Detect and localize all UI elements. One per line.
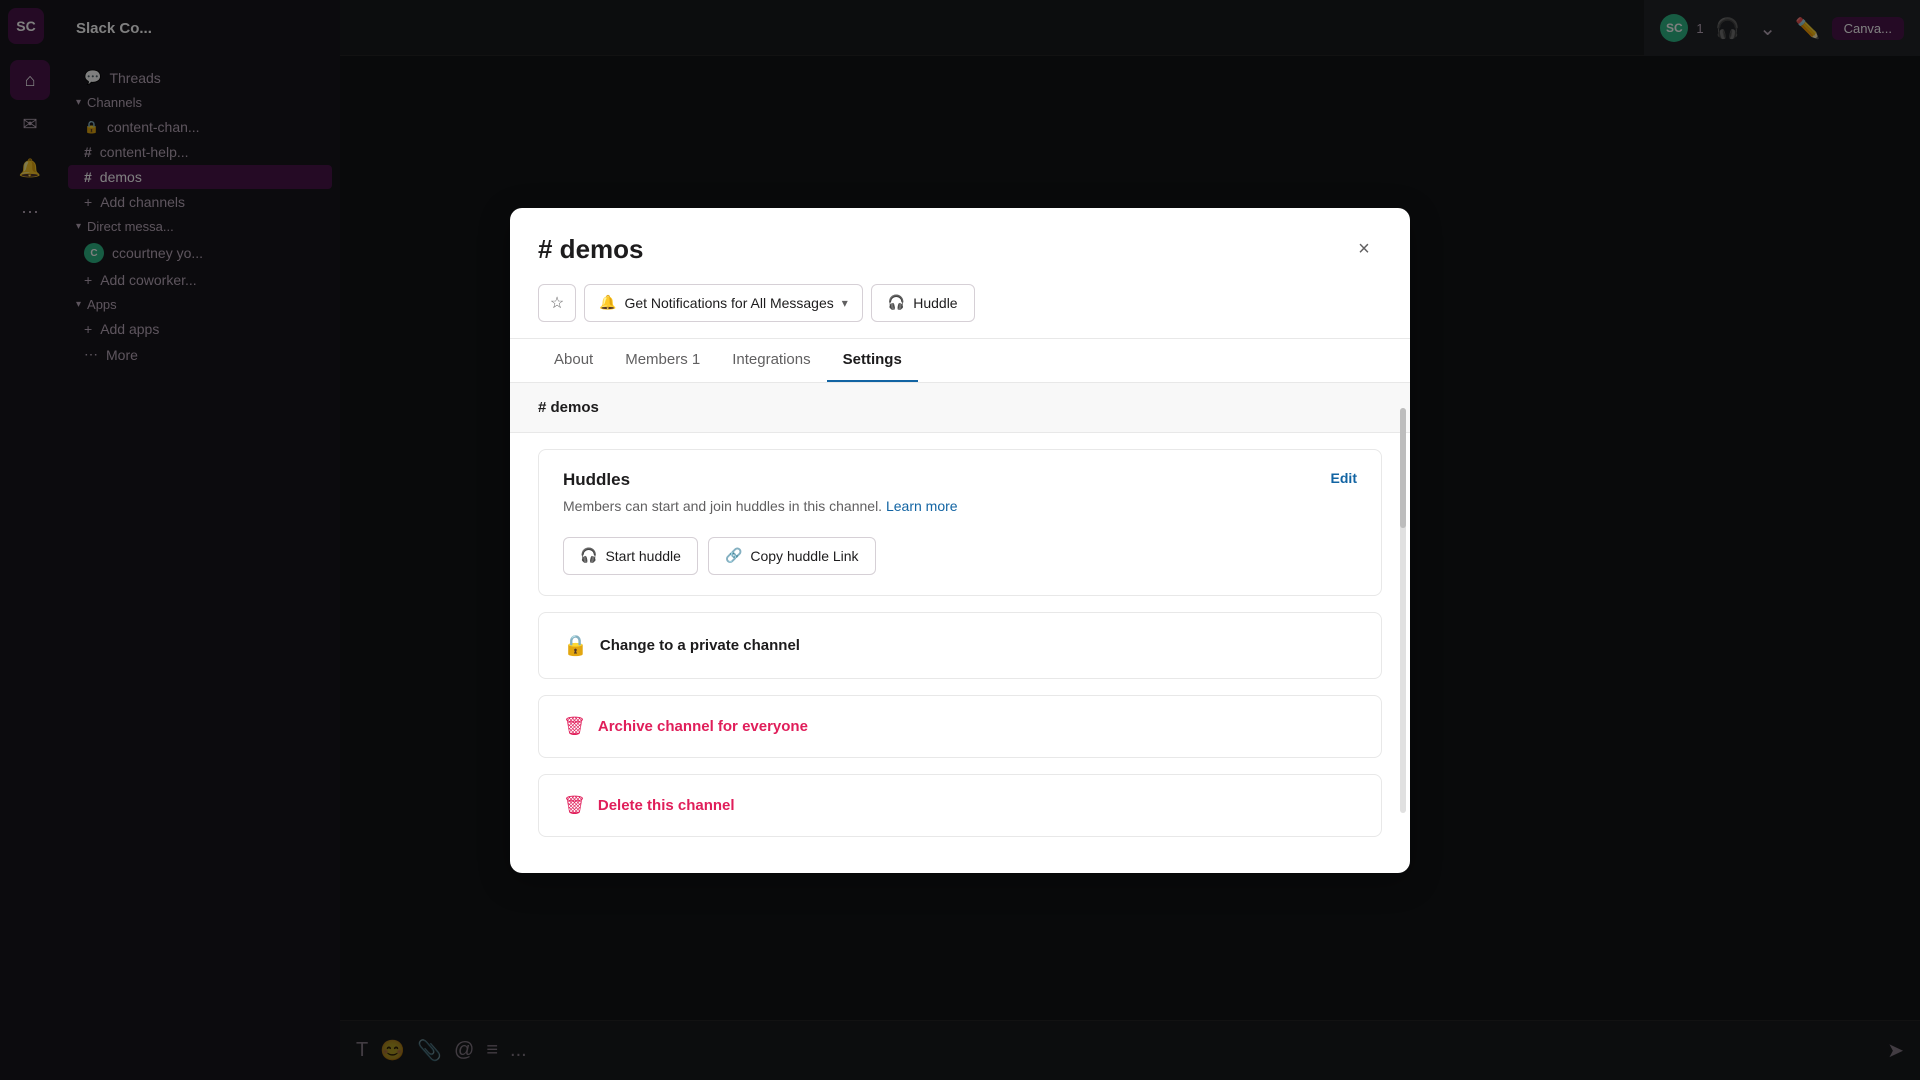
huddle-label: Huddle bbox=[913, 295, 957, 311]
lock-icon-private: 🔒 bbox=[563, 633, 588, 658]
channel-name-section: # demos bbox=[510, 383, 1410, 433]
channel-name-display: # demos bbox=[538, 399, 599, 416]
huddles-edit-button[interactable]: Edit bbox=[1331, 470, 1357, 486]
headphones-icon-huddle: 🎧 bbox=[580, 547, 597, 564]
huddle-icon: 🎧 bbox=[888, 294, 905, 311]
modal-header: # demos × ☆ 🔔 Get Notifications for All … bbox=[510, 208, 1410, 339]
modal-backdrop: # demos × ☆ 🔔 Get Notifications for All … bbox=[0, 0, 1920, 1080]
huddles-actions: 🎧 Start huddle 🔗 Copy huddle Link bbox=[539, 537, 1381, 595]
chevron-icon: ▾ bbox=[842, 296, 848, 310]
notifications-label: Get Notifications for All Messages bbox=[624, 295, 833, 311]
archive-icon: 🗑 bbox=[563, 716, 586, 737]
tab-members[interactable]: Members 1 bbox=[609, 339, 716, 382]
modal-actions: ☆ 🔔 Get Notifications for All Messages ▾… bbox=[538, 284, 1382, 322]
private-channel-section[interactable]: 🔒 Change to a private channel bbox=[538, 612, 1382, 679]
star-icon: ☆ bbox=[550, 293, 564, 313]
modal-tabs: About Members 1 Integrations Settings bbox=[510, 339, 1410, 383]
modal-title: # demos bbox=[538, 234, 644, 265]
huddles-section-content: Huddles Members can start and join huddl… bbox=[563, 470, 958, 517]
modal-title-row: # demos × bbox=[538, 232, 1382, 268]
channel-settings-modal: # demos × ☆ 🔔 Get Notifications for All … bbox=[510, 208, 1410, 873]
modal-body: # demos Huddles Members can start and jo… bbox=[510, 383, 1410, 873]
scrollbar-thumb[interactable] bbox=[1400, 408, 1406, 528]
archive-section[interactable]: 🗑 Archive channel for everyone bbox=[538, 695, 1382, 758]
learn-more-link[interactable]: Learn more bbox=[886, 498, 958, 514]
notifications-button[interactable]: 🔔 Get Notifications for All Messages ▾ bbox=[584, 284, 863, 322]
delete-section[interactable]: 🗑 Delete this channel bbox=[538, 774, 1382, 837]
huddles-title: Huddles bbox=[563, 470, 958, 490]
huddles-section: Huddles Members can start and join huddl… bbox=[538, 449, 1382, 596]
trash-icon: 🗑 bbox=[563, 795, 586, 816]
tab-integrations[interactable]: Integrations bbox=[716, 339, 826, 382]
huddle-button[interactable]: 🎧 Huddle bbox=[871, 284, 975, 322]
huddles-section-header: Huddles Members can start and join huddl… bbox=[539, 450, 1381, 537]
bell-icon: 🔔 bbox=[599, 294, 616, 311]
private-channel-label: Change to a private channel bbox=[600, 637, 800, 654]
copy-huddle-button[interactable]: 🔗 Copy huddle Link bbox=[708, 537, 876, 575]
scrollbar-track[interactable] bbox=[1400, 408, 1406, 813]
tab-about[interactable]: About bbox=[538, 339, 609, 382]
archive-label: Archive channel for everyone bbox=[598, 718, 808, 735]
start-huddle-button[interactable]: 🎧 Start huddle bbox=[563, 537, 698, 575]
modal-close-button[interactable]: × bbox=[1346, 232, 1382, 268]
tab-settings[interactable]: Settings bbox=[827, 339, 918, 382]
delete-label: Delete this channel bbox=[598, 797, 735, 814]
link-icon: 🔗 bbox=[725, 547, 742, 564]
huddles-desc: Members can start and join huddles in th… bbox=[563, 496, 958, 517]
star-button[interactable]: ☆ bbox=[538, 284, 576, 322]
